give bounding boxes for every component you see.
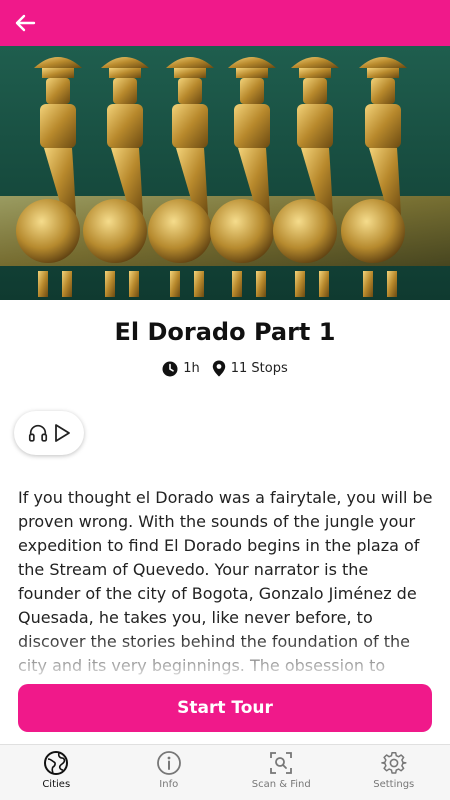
arrow-left-icon — [15, 14, 36, 32]
clock-icon — [162, 361, 178, 376]
duration-text: 1h — [183, 361, 200, 376]
start-tour-button[interactable]: Start Tour — [18, 684, 432, 732]
gear-icon — [380, 752, 407, 774]
tour-meta: 1h 11 Stops — [0, 360, 450, 377]
nav-item-cities[interactable]: Cities — [0, 745, 113, 800]
stops-text: 11 Stops — [230, 361, 288, 376]
description-fade — [18, 634, 434, 682]
location-pin-icon — [212, 360, 225, 377]
nav-label-info: Info — [159, 779, 179, 790]
stops-item: 11 Stops — [212, 360, 288, 377]
globe-icon — [44, 751, 69, 775]
tour-title: El Dorado Part 1 — [114, 318, 336, 346]
nav-label-cities: Cities — [42, 779, 71, 790]
back-button[interactable] — [10, 8, 40, 38]
play-icon — [54, 424, 70, 442]
audio-play-button[interactable] — [14, 411, 84, 455]
duration-item: 1h — [162, 361, 200, 377]
scan-icon — [270, 752, 293, 774]
headphones-icon — [28, 424, 47, 442]
tour-description-container[interactable]: If you thought el Dorado was a fairytale… — [18, 486, 434, 682]
nav-item-info[interactable]: Info — [113, 745, 226, 800]
info-icon — [156, 751, 181, 775]
hero-image — [0, 46, 450, 300]
nav-item-settings[interactable]: Settings — [338, 745, 450, 800]
nav-item-scan-find[interactable]: Scan & Find — [225, 745, 338, 800]
nav-label-settings: Settings — [373, 779, 415, 790]
top-bar — [0, 0, 450, 46]
nav-label-scan-find: Scan & Find — [251, 779, 311, 790]
bottom-nav: Cities Info Scan & Find Settings — [0, 744, 450, 800]
